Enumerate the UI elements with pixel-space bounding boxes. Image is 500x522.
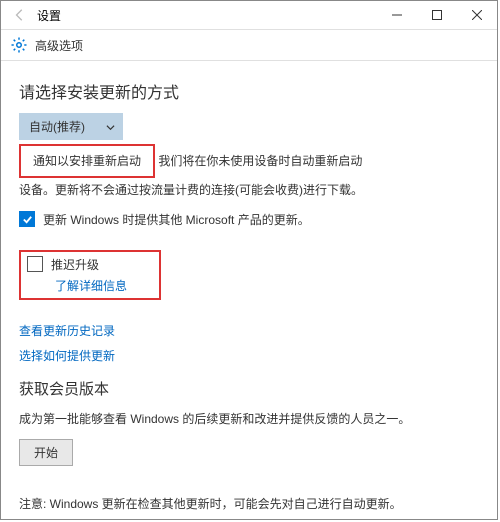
checkbox-checked-icon — [19, 211, 35, 227]
close-button[interactable] — [457, 1, 497, 29]
insider-start-button[interactable]: 开始 — [19, 439, 73, 466]
section-heading-update-method: 请选择安装更新的方式 — [19, 79, 479, 103]
chevron-down-icon — [106, 121, 115, 135]
minimize-button[interactable] — [377, 1, 417, 29]
learn-more-link[interactable]: 了解详细信息 — [55, 277, 127, 294]
highlighted-option-box: 通知以安排重新启动 — [19, 144, 155, 178]
dropdown-selected-label: 自动(推荐) — [29, 120, 85, 134]
desc-line2: 设备。更新将不会通过按流量计费的连接(可能会收费)进行下载。 — [19, 183, 363, 197]
maximize-icon — [432, 10, 442, 20]
update-mode-dropdown[interactable]: 自动(推荐) — [19, 113, 123, 140]
maximize-button[interactable] — [417, 1, 457, 29]
checkbox-other-microsoft-products[interactable]: 更新 Windows 时提供其他 Microsoft 产品的更新。 — [19, 211, 479, 228]
insider-description: 成为第一批能够查看 Windows 的后续更新和改进并提供反馈的人员之一。 — [19, 409, 479, 429]
back-button[interactable] — [11, 6, 29, 24]
content-area: 请选择安装更新的方式 自动(推荐) 通知以安排重新启动 我们将在你未使用设备时自… — [1, 61, 497, 520]
desc-line1-tail: 我们将在你未使用设备时自动重新启动 — [158, 154, 362, 168]
page-header: 高级选项 — [1, 30, 497, 61]
update-method-description: 通知以安排重新启动 我们将在你未使用设备时自动重新启动 设备。更新将不会通过按流… — [19, 144, 479, 201]
window-controls — [377, 1, 497, 29]
checkbox-defer-upgrade[interactable] — [27, 256, 43, 272]
checkbox2-label: 推迟升级 — [51, 256, 99, 273]
page-title: 高级选项 — [35, 37, 83, 54]
minimize-icon — [392, 10, 402, 20]
insider-note: 注意: Windows 更新在检查其他更新时，可能会先对自己进行自动更新。 — [19, 494, 479, 514]
highlighted-defer-box: 推迟升级 了解详细信息 — [19, 250, 161, 300]
window-title: 设置 — [37, 7, 61, 24]
close-icon — [472, 10, 482, 20]
settings-window: 设置 高级选项 请选择安装更新的方式 自动(推荐) 通知以安 — [0, 0, 498, 520]
delivery-option-link[interactable]: 选择如何提供更新 — [19, 347, 479, 364]
titlebar: 设置 — [1, 1, 497, 30]
update-history-link[interactable]: 查看更新历史记录 — [19, 322, 479, 339]
section-heading-insider: 获取会员版本 — [19, 378, 479, 399]
gear-icon — [9, 35, 29, 55]
checkbox1-label: 更新 Windows 时提供其他 Microsoft 产品的更新。 — [43, 211, 310, 228]
arrow-left-icon — [13, 8, 27, 22]
